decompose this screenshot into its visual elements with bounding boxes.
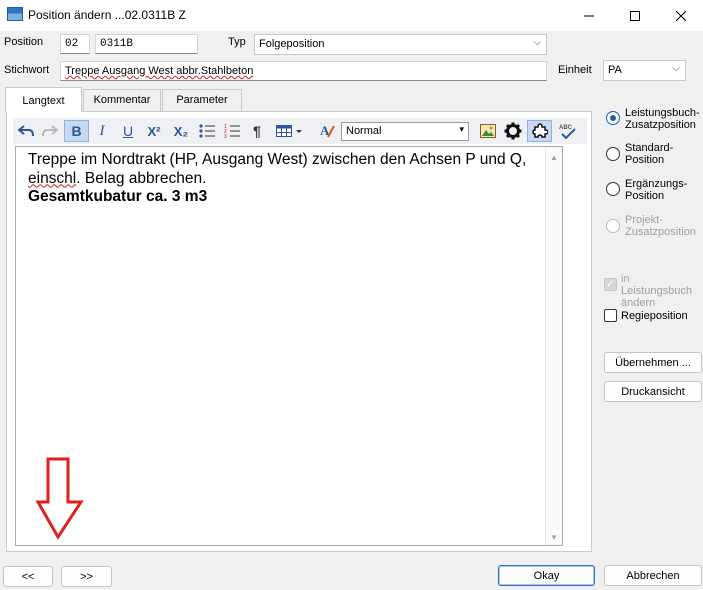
scroll-up-icon[interactable]: ▲ xyxy=(546,149,562,163)
editor-line-2: einschl. Belag abbrechen. xyxy=(28,170,550,189)
app-window-icon xyxy=(7,7,23,21)
title-bar: Position ändern ...02.0311B Z xyxy=(0,0,703,31)
checkbox-in-leistungsbuch-aendern[interactable]: ✓ xyxy=(604,278,617,291)
paragraph-marks-button[interactable]: ¶ xyxy=(246,120,268,142)
radio-leistungsbuch-zusatzposition[interactable] xyxy=(606,111,620,125)
typ-select-value: Folgeposition xyxy=(259,38,325,50)
table-insert-icon[interactable] xyxy=(272,120,306,142)
stichwort-value: Treppe Ausgang West abbr.Stahlbeton xyxy=(65,65,254,77)
bold-button[interactable]: B xyxy=(64,120,89,142)
minimize-icon[interactable] xyxy=(566,0,612,31)
tab-langtext[interactable]: Langtext xyxy=(5,87,82,112)
einheit-label: Einheit xyxy=(558,64,592,76)
position-part2-field[interactable]: 0311B xyxy=(95,34,198,54)
settings-gear-icon[interactable] xyxy=(502,120,524,142)
window-title: Position ändern ...02.0311B Z xyxy=(28,8,186,22)
editor-scrollbar[interactable]: ▲ ▼ xyxy=(545,147,562,545)
option-label-standard: Standard-Position xyxy=(625,142,674,166)
chevron-down-icon: ▾ xyxy=(459,124,464,134)
editor-toolbar: B I U X² X₂ 123 ¶ A Normal ▾ ABC xyxy=(13,118,587,144)
position-label: Position xyxy=(4,36,44,48)
next-button[interactable]: >> xyxy=(61,566,112,587)
underline-button[interactable]: U xyxy=(117,120,139,142)
tab-kommentar[interactable]: Kommentar xyxy=(83,89,161,111)
langtext-editor[interactable]: Treppe im Nordtrakt (HP, Ausgang West) z… xyxy=(15,146,563,546)
plugin-puzzle-icon[interactable] xyxy=(527,120,552,142)
editor-line-3: Gesamtkubatur ca. 3 m3 xyxy=(28,188,208,205)
text-color-icon[interactable]: A xyxy=(316,120,338,142)
insert-image-icon[interactable] xyxy=(477,120,499,142)
druckansicht-button[interactable]: Druckansicht xyxy=(604,381,702,402)
svg-text:3: 3 xyxy=(224,134,227,138)
uebernehmen-button[interactable]: Übernehmen ... xyxy=(604,352,702,373)
annotation-arrow-down-icon xyxy=(35,457,84,540)
radio-projekt-zusatzposition[interactable] xyxy=(606,219,620,233)
stichwort-label: Stichwort xyxy=(4,64,50,76)
position-part1-field[interactable]: 02 xyxy=(60,34,90,54)
okay-button[interactable]: Okay xyxy=(498,565,595,586)
option-label-ergaenzung: Ergänzungs-Position xyxy=(625,178,688,202)
close-icon[interactable] xyxy=(658,0,703,31)
typ-label: Typ xyxy=(228,36,246,48)
paragraph-style-value: Normal xyxy=(346,125,382,137)
option-label-leistungsbuch: Leistungsbuch-Zusatzposition xyxy=(625,107,700,131)
editor-line-2-rest: . Belag abbrechen. xyxy=(76,169,207,187)
spellcheck-icon[interactable]: ABC xyxy=(556,120,580,142)
editor-line-1: Treppe im Nordtrakt (HP, Ausgang West) z… xyxy=(28,151,527,168)
scroll-down-icon[interactable]: ▼ xyxy=(546,529,562,543)
abbrechen-button[interactable]: Abbrechen xyxy=(604,565,702,586)
option-label-projekt: Projekt-Zusatzposition xyxy=(625,214,696,238)
stichwort-field[interactable]: Treppe Ausgang West abbr.Stahlbeton xyxy=(60,61,547,81)
prev-button[interactable]: << xyxy=(3,566,53,587)
paragraph-style-select[interactable]: Normal ▾ xyxy=(341,122,469,141)
radio-ergaenzungs-position[interactable] xyxy=(606,182,620,196)
italic-button[interactable]: I xyxy=(91,120,113,142)
undo-icon[interactable] xyxy=(15,120,37,142)
einheit-select[interactable]: PA ⌵ xyxy=(603,60,686,81)
chevron-down-icon: ⌵ xyxy=(533,37,541,48)
maximize-icon[interactable] xyxy=(612,0,658,31)
checkbox-regieposition[interactable] xyxy=(604,309,617,322)
typ-select[interactable]: Folgeposition ⌵ xyxy=(254,34,547,55)
radio-standard-position[interactable] xyxy=(606,147,620,161)
einheit-select-value: PA xyxy=(608,64,622,76)
bullet-list-icon[interactable] xyxy=(196,120,218,142)
editor-line-2-word: einschl xyxy=(28,169,77,187)
subscript-button[interactable]: X₂ xyxy=(169,120,193,142)
numbered-list-icon[interactable]: 123 xyxy=(221,120,243,142)
tab-parameter[interactable]: Parameter xyxy=(162,89,242,111)
chevron-down-icon: ⌵ xyxy=(672,63,680,74)
svg-text:ABC: ABC xyxy=(559,125,573,131)
redo-icon[interactable] xyxy=(39,120,61,142)
in-lb-aendern-label: in Leistungsbuch ändern xyxy=(621,273,692,309)
editor-panel: B I U X² X₂ 123 ¶ A Normal ▾ ABC Treppe … xyxy=(6,111,592,552)
superscript-button[interactable]: X² xyxy=(142,120,166,142)
regieposition-label: Regieposition xyxy=(621,310,688,322)
